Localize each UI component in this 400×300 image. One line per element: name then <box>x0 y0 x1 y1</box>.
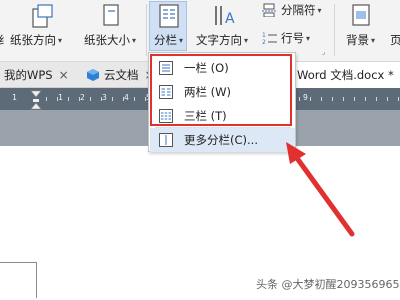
more-columns-icon <box>159 133 173 147</box>
ruler-number: 9 <box>303 93 308 102</box>
text-direction-icon: A <box>215 6 235 27</box>
paper-orientation-label: 纸张方向 <box>10 33 56 47</box>
ruler-tick <box>332 97 333 101</box>
partial-right-label: 页 <box>390 33 400 47</box>
ruler-tick <box>90 97 91 101</box>
ruler-tick <box>134 97 135 101</box>
ruler-number: 1 <box>58 93 63 102</box>
ruler-tick <box>57 97 58 101</box>
background-label: 背景 <box>346 33 369 47</box>
margin-corner-mark <box>0 262 37 263</box>
close-icon[interactable]: × <box>59 68 69 82</box>
separator-label: 分隔符 <box>281 3 316 17</box>
tab-my-wps[interactable]: 我的WPS × <box>4 62 69 88</box>
ruler-tick <box>123 97 124 101</box>
tab-label: Word 文档.docx * <box>297 68 394 82</box>
ruler-tick <box>354 97 355 101</box>
line-number-button[interactable]: 1 2 行号 ▾ <box>262 30 310 46</box>
chevron-down-icon: ▾ <box>179 35 184 45</box>
chevron-down-icon: ▾ <box>317 5 322 15</box>
chevron-down-icon: ▾ <box>132 35 137 45</box>
ruler-tick <box>387 97 388 101</box>
chevron-down-icon: ▾ <box>244 35 249 45</box>
ruler-number: 1 <box>12 93 17 102</box>
ruler-number: 3 <box>102 93 107 102</box>
menu-item-label: 更多分栏(C)... <box>184 133 258 147</box>
line-number-label: 行号 <box>281 31 304 45</box>
annotation-arrow-icon <box>286 142 355 237</box>
ruler-tick <box>46 97 47 101</box>
ruler-tick <box>145 97 146 101</box>
ruler-tick <box>101 97 102 101</box>
background-icon <box>352 4 370 26</box>
svg-text:A: A <box>225 11 235 27</box>
tab-label: 云文档 <box>104 68 139 82</box>
ribbon-divider <box>334 4 335 56</box>
ruler-tick <box>310 97 311 101</box>
paper-orientation-icon <box>32 4 53 28</box>
ruler-tick <box>68 97 69 101</box>
ruler-tick <box>376 97 377 101</box>
partial-left-label: 纟 <box>0 33 10 47</box>
ruler-tick <box>365 97 366 101</box>
ruler-number: 4 <box>124 93 129 102</box>
columns-icon <box>159 4 179 28</box>
line-number-icon: 1 2 <box>262 32 277 46</box>
indent-marker-icon[interactable] <box>30 90 42 110</box>
ruler-tick <box>321 97 322 101</box>
svg-text:1: 1 <box>262 32 266 39</box>
chevron-down-icon: ▾ <box>306 33 311 43</box>
ruler-tick <box>299 97 300 101</box>
text-direction-label: 文字方向 <box>196 33 242 47</box>
tab-cloud-docs[interactable]: 云文档 × <box>86 62 155 88</box>
separator-icon <box>262 3 276 17</box>
ruler-number: 2 <box>80 93 85 102</box>
svg-text:2: 2 <box>262 39 266 46</box>
chevron-down-icon: ▾ <box>371 35 376 45</box>
dialog-launcher-icon[interactable]: ⌟ <box>322 48 325 56</box>
margin-corner-mark <box>36 262 37 298</box>
ruler-tick <box>398 97 399 101</box>
ribbon-divider <box>146 4 147 56</box>
chevron-down-icon: ▾ <box>58 35 63 45</box>
columns-label: 分栏 <box>154 33 177 47</box>
red-highlight-box <box>150 54 292 126</box>
watermark-text: 头条 @大梦初醒209356965 <box>256 278 400 291</box>
paper-size-label: 纸张大小 <box>84 33 130 47</box>
paper-size-icon <box>103 4 119 26</box>
cloud-docs-icon <box>87 69 99 81</box>
menu-item-more-columns[interactable]: 更多分栏(C)... <box>150 128 295 152</box>
tab-label: 我的WPS <box>4 68 53 82</box>
ruler-tick <box>79 97 80 101</box>
separator-button[interactable]: 分隔符 ▾ <box>262 2 322 18</box>
ruler-tick <box>112 97 113 101</box>
ruler-tick <box>343 97 344 101</box>
